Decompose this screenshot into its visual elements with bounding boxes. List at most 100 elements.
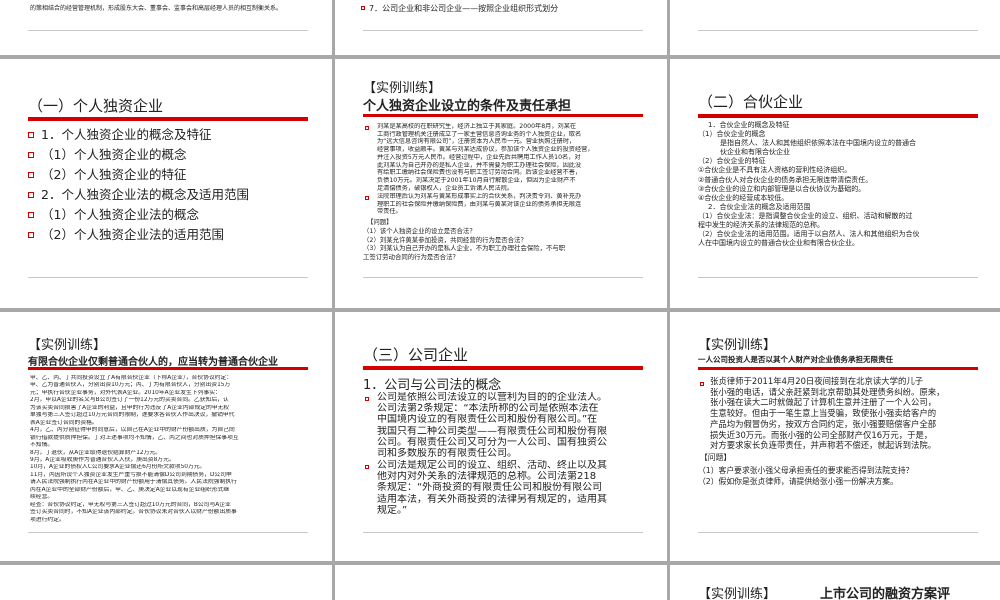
text-line: 2月，甲以A企业的名义与B公司签订了一份12万元的买卖合同。乙获知后，认	[30, 397, 229, 404]
case-subtitle: 上市公司的融资方案评	[820, 587, 951, 600]
title-underline	[363, 366, 643, 370]
list-item: （2）个人独资企业法的适用范围	[28, 225, 249, 245]
question-list: （1）该个人独资企业的设立是否合法？ （2）刘某允许黄某参加投资，共同经营的行为是…	[363, 227, 565, 261]
text-line: 经营事项，收益颇丰。黄某与刘某达成协议，参加该个人独资企业的投资经营，	[377, 146, 594, 154]
divider	[363, 30, 643, 31]
text-line: 2．合伙企业法的概念及适用范围	[708, 202, 811, 211]
text-line: 公司法第2条规定：“本法所称的公司是依照本法在	[377, 403, 599, 415]
text-line: 条规定：“外商投资的有限责任公司和股份有限公司	[377, 482, 603, 494]
text-line: 公司法是规定公司的设立、组织、活动、终止以及其	[377, 460, 607, 471]
question-item: （1）客户要求张小强父母承担责任的要求能否得到法院支持？	[698, 466, 914, 475]
bullet-icon	[365, 126, 369, 130]
divider	[698, 30, 978, 31]
text-line: 8月，丁退伙，从A企业取得退伙结算财产12万元。	[30, 449, 161, 456]
bullet-icon	[700, 382, 704, 386]
slide-10[interactable]	[0, 565, 332, 600]
text-line: 10月，A企业的债权人C公司要求A企业偿还6月份所欠款项50万元。	[30, 464, 206, 471]
case-subtitle: 一人公司投资人是否以其个人财产对企业债务承担无限责任	[698, 355, 893, 364]
text-line: 带责任。	[377, 208, 402, 216]
text-line: 甲、乙为普通合伙人，分别出资10万元；丙、丁为有限合伙人，分别出资15万	[30, 382, 231, 389]
title-underline	[363, 114, 643, 117]
text-line: 负债10万元。刘某决定于2001年10月自行解散企业，但因为企业财产不	[377, 176, 576, 184]
text-line: 法院审理后认为刘某与黄某形成事实上的合伙关系，判决责令刘、黄补充办	[377, 193, 582, 200]
list-item: （1）个人独资企业的概念	[28, 145, 249, 165]
text-line: 经查：合伙协议约定，甲无权与第三人签订超过10万元的合同，B公司与A企业	[30, 501, 231, 508]
text-line: 工商行政管理机关注册成立了一家主营信息咨询业务的个人独资企业，取名	[377, 130, 582, 138]
text-line: 公司是依照公司法设立的以营利为目的的企业法人。	[377, 392, 607, 403]
question-item: （3）刘某认为自己开办的是私人企业，不为职工办理社会保险，不与职	[363, 244, 566, 253]
slide-title: （一）个人独资企业	[28, 97, 164, 115]
text-line: 为该买卖合同损害了A企业的利益，且甲的行为违反了A企业内部规定的甲无权	[30, 404, 230, 411]
bullet-icon	[28, 172, 34, 178]
list-item-label: 1．个人独资企业的概念及特征	[41, 127, 212, 142]
paragraph-company: 公司是依照公司法设立的以营利为目的的企业法人。 公司法第2条规定：“本法所称的公司…	[377, 392, 607, 459]
slide-5[interactable]: 【实例训练】 个人独资企业设立的条件及责任承担 刘某是某高校的在职研究生，经济上…	[335, 59, 667, 308]
case-heading: 【实例训练】	[698, 587, 777, 600]
slide-12[interactable]: 【实例训练】 上市公司的融资方案评	[670, 565, 1000, 600]
text-line: 产品均为假冒伪劣，按双方合同约定，张小强要赔偿客户全部	[710, 418, 937, 429]
list-item-label: （2）个人独资企业法的适用范围	[41, 227, 224, 242]
text-line: 伙企业和有限合伙企业	[720, 148, 790, 157]
text-line: 请人民法院强制执行丙在A企业中的财产份额用于清偿其债务。人民法院强制执行	[30, 479, 237, 486]
text-line: 元；甲执行合伙企业事务，对外代表A企业。2010年A企业发生下列事实：	[30, 389, 221, 396]
slide-title: （二）合伙企业	[698, 93, 804, 111]
title-underline	[28, 367, 308, 370]
text-line: 程中发生的经济关系的法律规范的总称。	[698, 221, 824, 230]
title-underline	[698, 114, 978, 118]
slide-4[interactable]: （一）个人独资企业 1．个人独资企业的概念及特征 （1）个人独资企业的概念 （2）个…	[0, 59, 332, 308]
slide-2-item-text: 7．公司企业和非公司企业——按照企业组织形式划分	[369, 4, 559, 13]
slide-3[interactable]	[670, 0, 1000, 55]
title-underline	[698, 367, 978, 370]
text-line: 续经营。	[30, 494, 54, 501]
text-line: ①合伙企业是不具有法人资格的营利性经济组织。	[698, 166, 852, 175]
bullet-icon	[365, 397, 369, 401]
text-line: （1）合伙企业法：是指调整合伙企业的设立、组织、活动和解散的过	[698, 211, 913, 220]
divider	[363, 532, 643, 533]
question-item: （2）假如你是张贞律师，请提供给张小强一份解决方案。	[698, 477, 898, 486]
text-line: 11月，丙因所设个人独资企业发生严重亏损不能清偿D公司到期债务，D公司申	[30, 471, 232, 478]
slide-2[interactable]: 7．公司企业和非公司企业——按照企业组织形式划分	[335, 0, 667, 55]
text-line: 1．合伙企业的概念及特征	[708, 121, 790, 129]
text-line: 不知情。	[30, 442, 54, 449]
text-line: ②普通合伙人对合伙企业的债务承担无限连带清偿责任。	[698, 175, 873, 184]
text-line: 甲、乙、丙、丁共同投资设立了A有限合伙企业（下称A企业），合伙协议约定：	[30, 375, 233, 381]
divider	[28, 30, 308, 31]
text-line: 规定。”	[377, 504, 408, 516]
question-label: 【问题】	[367, 218, 393, 226]
text-line: （1）合伙企业的概念	[698, 130, 766, 139]
slide-title: （三）公司企业	[363, 346, 469, 364]
slide-6[interactable]: （二）合伙企业 1．合伙企业的概念及特征 （1）合伙企业的概念 是指自然人、法人和其…	[670, 59, 1000, 308]
text-line: 9月，A企业吸收庚作为普通合伙人入伙，庚出资8万元。	[30, 456, 175, 463]
question-list: （1）客户要求张小强父母承担责任的要求能否得到法院支持？ （2）假如你是张贞律师，…	[698, 465, 913, 487]
text-line: 适用本法，有关外商投资的法律另有规定的，适用其	[377, 493, 607, 505]
case-subtitle: 有限合伙企业仅剩普通合伙人的，应当转为普通合伙企业	[28, 357, 278, 368]
slide-11[interactable]	[335, 565, 667, 600]
case-text: 张贞律师于2011年4月20日夜间接到在北京读大学的儿子 张小强的电话，请父亲赶紧…	[710, 376, 945, 451]
slide-2-item: 7．公司企业和非公司企业——按照企业组织形式划分	[361, 4, 558, 14]
bullet-list: 1．个人独资企业的概念及特征 （1）个人独资企业的概念 （2）个人独资企业的特征 2．…	[28, 125, 249, 245]
text-line: ④合伙企业的经营成本较低。	[698, 193, 789, 202]
text-line: （2）合伙企业法的适用范围。适用于以自然人、法人和其他组织为合伙	[698, 230, 920, 239]
divider	[28, 532, 308, 533]
slide-8[interactable]: （三）公司企业 1．公司与公司法的概念 公司是依照公司法设立的以营利为目的的企业…	[335, 312, 667, 561]
text-line: 项进行约定。	[30, 516, 65, 523]
slide-1[interactable]: 的策相结合的经营管理机制，形成股东大会、董事会、监事会和高层经理人员的相互制衡关…	[0, 0, 332, 55]
case-heading: 【实例训练】	[28, 338, 107, 353]
text-line: ③合伙企业的设立和内部管理是以合伙协议为基础的。	[698, 184, 866, 193]
text-line: 有给职工缴纳社会保险费也没有与职工签订劳动合同。后该企业经营不善，	[377, 169, 582, 177]
question-label: 【问题】	[700, 453, 732, 462]
list-item: 2．个人独资企业法的概念及适用范围	[28, 185, 249, 205]
text-line: 是指自然人、法人和其他组织依照本法在中国境内设立的普通合	[720, 139, 916, 148]
slide-7[interactable]: 【实例训练】 有限合伙企业仅剩普通合伙人的，应当转为普通合伙企业 甲、乙、丙、丁…	[0, 312, 332, 561]
text-line: 并注入投资5万元人民币。经营过程中，企业先后共聘用工作人员10名，对	[377, 153, 581, 161]
bullet-icon	[28, 152, 34, 158]
text-line: 表A企业签订合同的资格。	[30, 419, 98, 426]
list-item: 1．个人独资企业的概念及特征	[28, 125, 249, 145]
text-line: 司和多数股东的有限责任公司。	[377, 448, 517, 460]
case-heading: 【实例训练】	[363, 81, 442, 96]
text-line: 刘某是某高校的在职研究生，经济上独立于其家庭。2000年8月，刘某在	[377, 123, 577, 130]
slide-9[interactable]: 【实例训练】 一人公司投资人是否以其个人财产对企业债务承担无限责任 张贞律师于2…	[670, 312, 1000, 561]
bullet-icon	[28, 132, 34, 138]
bullet-icon	[28, 212, 34, 218]
text-line: 张小强的电话，请父亲赶紧到北京帮助其处理债务纠纷。原来，	[710, 386, 945, 397]
